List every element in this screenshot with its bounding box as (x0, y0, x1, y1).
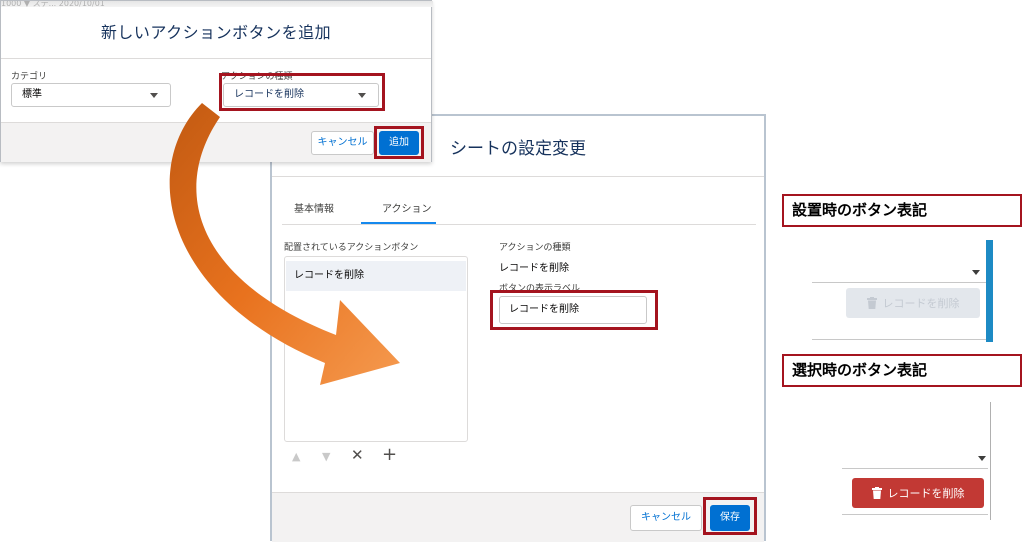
background-row-ghost: 1000 ▼ ステ... 2020/10/01 (1, 1, 433, 7)
dialog-footer: キャンセル 保存 (272, 492, 764, 542)
add-icon[interactable]: + (382, 444, 397, 465)
chevron-down-icon (972, 270, 980, 275)
cancel-button[interactable]: キャンセル (630, 505, 702, 531)
dialog-title: 新しいアクションボタンを追加 (100, 23, 332, 42)
highlight-save-button (703, 497, 757, 535)
delete-record-button-selected[interactable]: レコードを削除 (852, 478, 984, 508)
placed-caption: 設置時のボタン表記 (782, 194, 1022, 227)
chevron-down-icon (978, 456, 986, 461)
arrow-shape (169, 103, 400, 385)
highlight-button-label (490, 290, 658, 330)
divider (842, 468, 988, 469)
placed-button-label: レコードを削除 (882, 297, 960, 310)
curved-arrow-graphic (169, 103, 400, 385)
move-up-icon[interactable]: ▲ (292, 450, 300, 463)
remove-icon[interactable]: ✕ (351, 446, 364, 464)
delete-record-button-placed: レコードを削除 (846, 288, 980, 318)
panel-edge (990, 402, 991, 520)
action-type-label: アクションの種類 (499, 243, 571, 253)
divider (812, 339, 986, 340)
selected-button-label: レコードを削除 (887, 487, 965, 500)
divider (812, 282, 986, 283)
move-down-icon[interactable]: ▼ (322, 450, 330, 463)
category-select-value: 標準 (22, 89, 42, 100)
trash-icon (871, 487, 882, 499)
category-select[interactable]: 標準 (11, 83, 171, 107)
category-label: カテゴリ (11, 72, 48, 82)
divider (842, 514, 988, 515)
action-type-value: レコードを削除 (499, 263, 569, 274)
trash-icon (866, 297, 877, 309)
panel-edge (986, 240, 993, 342)
selected-caption: 選択時のボタン表記 (782, 354, 1022, 387)
